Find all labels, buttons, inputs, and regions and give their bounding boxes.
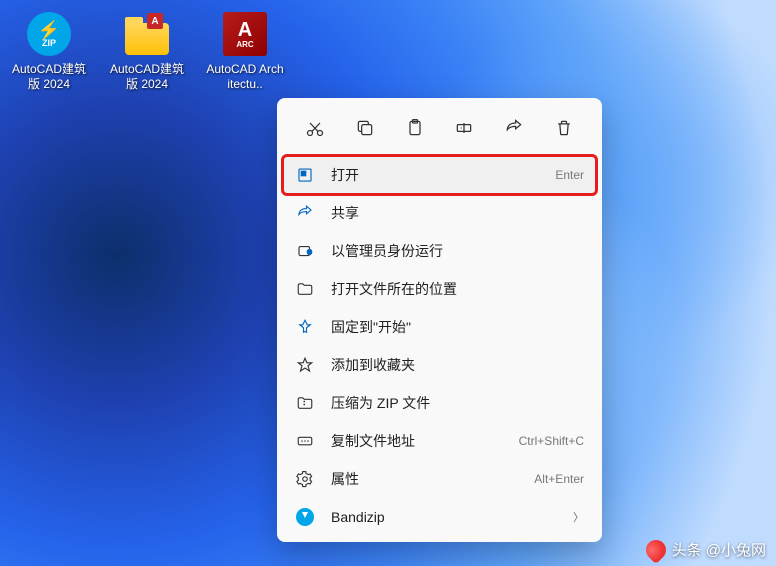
cut-icon bbox=[305, 118, 325, 138]
delete-button[interactable] bbox=[546, 110, 582, 146]
menu-item-pin-start[interactable]: 固定到"开始" bbox=[283, 308, 596, 346]
menu-item-label: 复制文件地址 bbox=[331, 431, 519, 451]
menu-item-open-location[interactable]: 打开文件所在的位置 bbox=[283, 270, 596, 308]
pin-icon bbox=[295, 317, 315, 337]
menu-item-shortcut: Enter bbox=[555, 168, 584, 182]
menu-item-label: 属性 bbox=[331, 469, 534, 489]
menu-item-compress-zip[interactable]: 压缩为 ZIP 文件 bbox=[283, 384, 596, 422]
menu-item-label: Bandizip bbox=[331, 509, 565, 525]
rename-button[interactable] bbox=[446, 110, 482, 146]
folder-icon bbox=[295, 279, 315, 299]
menu-item-copy-path[interactable]: 复制文件地址 Ctrl+Shift+C bbox=[283, 422, 596, 460]
menu-item-bandizip[interactable]: Bandizip 〉 bbox=[283, 498, 596, 536]
copy-button[interactable] bbox=[347, 110, 383, 146]
desktop-icon-label: AutoCAD建筑版 2024 bbox=[10, 62, 88, 92]
desktop-icon-label: AutoCAD建筑版 2024 bbox=[108, 62, 186, 92]
arc-app-icon: A ARC bbox=[221, 10, 269, 58]
menu-item-label: 压缩为 ZIP 文件 bbox=[331, 393, 584, 413]
context-menu-top-actions bbox=[283, 104, 596, 156]
desktop-icon-folder[interactable]: A AutoCAD建筑版 2024 bbox=[108, 10, 186, 92]
menu-item-label: 打开 bbox=[331, 165, 555, 185]
menu-item-properties[interactable]: 属性 Alt+Enter bbox=[283, 460, 596, 498]
folder-icon: A bbox=[123, 10, 171, 58]
path-icon bbox=[295, 431, 315, 451]
shield-icon bbox=[295, 241, 315, 261]
menu-item-run-admin[interactable]: 以管理员身份运行 bbox=[283, 232, 596, 270]
paste-button[interactable] bbox=[397, 110, 433, 146]
rename-icon bbox=[454, 118, 474, 138]
menu-item-label: 添加到收藏夹 bbox=[331, 355, 584, 375]
context-menu: 打开 Enter 共享 以管理员身份运行 打开文件所在的位置 固定到"开始" 添… bbox=[277, 98, 602, 542]
zip-folder-icon bbox=[295, 393, 315, 413]
properties-icon bbox=[295, 469, 315, 489]
menu-item-shortcut: Alt+Enter bbox=[534, 472, 584, 486]
paste-icon bbox=[405, 118, 425, 138]
watermark-text: 头条 @小兔网 bbox=[672, 539, 766, 560]
menu-item-label: 共享 bbox=[331, 203, 584, 223]
bandizip-icon bbox=[295, 507, 315, 527]
desktop-icon-label: AutoCAD Architectu.. bbox=[206, 62, 284, 92]
menu-item-share[interactable]: 共享 bbox=[283, 194, 596, 232]
menu-item-open[interactable]: 打开 Enter bbox=[283, 156, 596, 194]
watermark-logo-icon bbox=[641, 535, 669, 563]
delete-icon bbox=[554, 118, 574, 138]
zip-icon: ⚡ ZIP bbox=[25, 10, 73, 58]
open-icon bbox=[295, 165, 315, 185]
desktop-icon-zip[interactable]: ⚡ ZIP AutoCAD建筑版 2024 bbox=[10, 10, 88, 92]
menu-item-label: 打开文件所在的位置 bbox=[331, 279, 584, 299]
menu-item-shortcut: Ctrl+Shift+C bbox=[519, 434, 584, 448]
watermark: 头条 @小兔网 bbox=[646, 539, 766, 560]
cut-button[interactable] bbox=[297, 110, 333, 146]
desktop-icons-container: ⚡ ZIP AutoCAD建筑版 2024 A AutoCAD建筑版 2024 … bbox=[10, 10, 284, 92]
share-button[interactable] bbox=[496, 110, 532, 146]
menu-item-label: 固定到"开始" bbox=[331, 317, 584, 337]
chevron-right-icon: 〉 bbox=[573, 509, 584, 525]
share-arrow-icon bbox=[295, 203, 315, 223]
copy-icon bbox=[355, 118, 375, 138]
star-icon bbox=[295, 355, 315, 375]
menu-item-label: 以管理员身份运行 bbox=[331, 241, 584, 261]
desktop-icon-app[interactable]: A ARC AutoCAD Architectu.. bbox=[206, 10, 284, 92]
menu-item-add-favorites[interactable]: 添加到收藏夹 bbox=[283, 346, 596, 384]
share-icon bbox=[504, 118, 524, 138]
